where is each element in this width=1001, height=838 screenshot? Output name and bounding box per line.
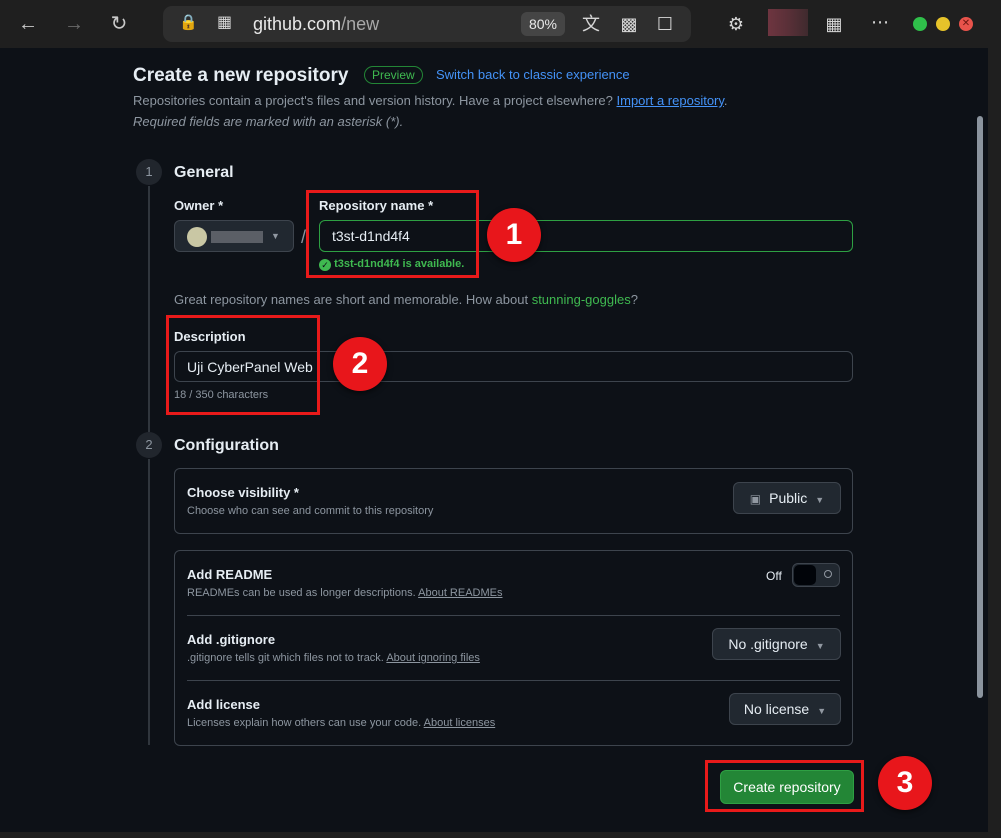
page-title: Create a new repository	[133, 65, 349, 86]
suggestion-prefix: Great repository names are short and mem…	[174, 292, 529, 307]
browser-toolbar: ← → ↻ 🔒 ▦ github.com/new 80% 文 ▩ ☐ ⚙ ▦ ⋯…	[0, 0, 1001, 48]
readme-label: Add README	[187, 567, 273, 582]
license-desc-text: Licenses explain how others can use your…	[187, 717, 422, 729]
description-prefix: Repositories contain a project's files a…	[133, 93, 613, 108]
visibility-description: Choose who can see and commit to this re…	[187, 505, 434, 517]
owner-name-redacted	[211, 231, 263, 243]
annotation-box-create	[705, 760, 864, 812]
about-licenses-link[interactable]: About licenses	[424, 717, 496, 729]
lock-icon[interactable]: 🔒	[179, 13, 198, 31]
url-text[interactable]: github.com/new	[253, 14, 379, 35]
switch-classic-link[interactable]: Switch back to classic experience	[436, 67, 630, 82]
visibility-select[interactable]: ▣ Public ▼	[733, 482, 841, 514]
site-info-icon[interactable]: ▦	[217, 12, 232, 32]
suggestion-suffix: ?	[630, 292, 638, 307]
window-edge-bottom	[0, 832, 1001, 838]
import-repository-link[interactable]: Import a repository	[617, 93, 724, 108]
annotation-box-repo-name	[306, 190, 479, 278]
readme-toggle[interactable]	[792, 563, 840, 587]
gitignore-label: Add .gitignore	[187, 632, 276, 647]
visibility-label: Choose visibility *	[187, 485, 299, 500]
gitignore-description: .gitignore tells git which files not to …	[187, 652, 480, 664]
chevron-down-icon: ▼	[271, 231, 280, 241]
url-path: /new	[341, 14, 380, 34]
divider	[187, 680, 840, 681]
license-select[interactable]: No license ▼	[729, 693, 841, 725]
step-number-general: 1	[136, 159, 162, 185]
translate-icon[interactable]: 文	[579, 12, 603, 36]
zoom-level[interactable]: 80%	[521, 12, 565, 36]
toggle-off-icon	[824, 570, 832, 578]
step-line	[148, 186, 150, 432]
owner-label: Owner *	[174, 198, 224, 213]
forward-arrow-icon[interactable]: →	[60, 10, 88, 38]
annotation-number-3: 3	[878, 756, 932, 810]
gitignore-value: No .gitignore	[728, 636, 808, 652]
visibility-panel: Choose visibility * Choose who can see a…	[174, 468, 853, 534]
back-arrow-icon[interactable]: ←	[14, 10, 42, 38]
section-title-general: General	[174, 164, 234, 181]
readme-description: READMEs can be used as longer descriptio…	[187, 587, 503, 599]
chevron-down-icon: ▼	[817, 706, 827, 716]
about-readmes-link[interactable]: About READMEs	[418, 587, 502, 599]
license-label: Add license	[187, 697, 260, 712]
reload-icon[interactable]: ↻	[105, 10, 133, 38]
repo-icon: ▣	[749, 492, 762, 506]
license-description: Licenses explain how others can use your…	[187, 717, 495, 729]
maximize-icon[interactable]	[936, 17, 950, 31]
toggle-knob	[794, 565, 816, 585]
divider	[187, 615, 840, 616]
description-suffix: .	[723, 93, 728, 108]
chevron-down-icon: ▼	[815, 641, 825, 651]
visibility-value: Public	[769, 490, 808, 506]
close-icon[interactable]: ✕	[959, 17, 973, 31]
required-note: Required fields are marked with an aster…	[133, 114, 404, 129]
scrollbar-thumb[interactable]	[977, 116, 983, 698]
repo-options-panel: Add README READMEs can be used as longer…	[174, 550, 853, 746]
url-host: github.com	[253, 14, 342, 34]
section-title-configuration: Configuration	[174, 437, 279, 454]
owner-select[interactable]: ▼	[174, 220, 294, 252]
preview-badge: Preview	[364, 66, 423, 84]
bookmark-icon[interactable]: ☐	[653, 12, 677, 36]
window-edge	[988, 48, 1001, 838]
annotation-number-1: 1	[487, 208, 541, 262]
gitignore-desc-text: .gitignore tells git which files not to …	[187, 652, 384, 664]
chevron-down-icon: ▼	[815, 495, 825, 505]
license-value: No license	[743, 701, 810, 717]
suggested-name-link[interactable]: stunning-goggles	[532, 292, 631, 307]
profile-avatar[interactable]	[768, 9, 808, 36]
name-suggestion: Great repository names are short and mem…	[174, 292, 638, 307]
page-description: Repositories contain a project's files a…	[133, 93, 728, 108]
extensions-icon[interactable]: ⚙	[724, 12, 748, 36]
apps-grid-icon[interactable]: ▩	[617, 12, 641, 36]
step-number-configuration: 2	[136, 432, 162, 458]
annotation-box-description	[166, 315, 320, 415]
collections-icon[interactable]: ▦	[822, 12, 846, 36]
annotation-number-2: 2	[333, 337, 387, 391]
address-bar[interactable]: 🔒 ▦ github.com/new 80% 文 ▩ ☐	[163, 6, 691, 42]
minimize-icon[interactable]	[913, 17, 927, 31]
owner-avatar	[187, 227, 207, 247]
more-menu-icon[interactable]: ⋯	[868, 10, 892, 34]
readme-desc-text: READMEs can be used as longer descriptio…	[187, 587, 416, 599]
gitignore-select[interactable]: No .gitignore ▼	[712, 628, 841, 660]
step-line	[148, 459, 150, 745]
about-ignoring-files-link[interactable]: About ignoring files	[386, 652, 480, 664]
readme-toggle-state: Off	[766, 569, 782, 583]
